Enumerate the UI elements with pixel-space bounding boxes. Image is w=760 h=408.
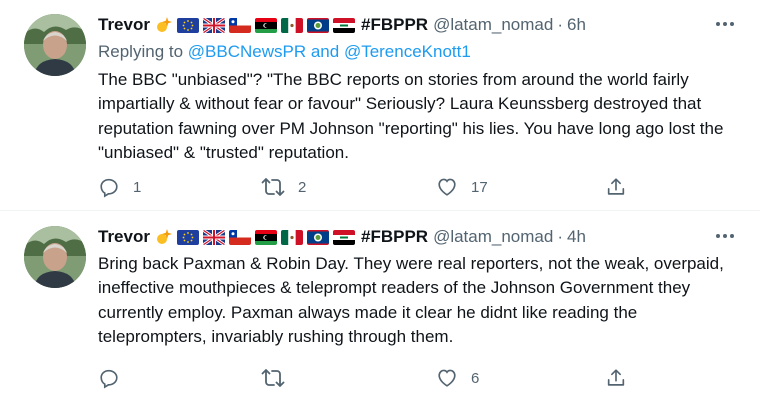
belize-flag [306,17,329,33]
like-icon [436,176,458,198]
sparkle-emoji [155,228,173,246]
uk-flag [202,229,225,245]
tweet-text: Bring back Paxman & Robin Day. They were… [98,254,724,347]
name-hashtag: #FBPPR [360,15,429,34]
iraq-flag [332,229,355,245]
separator-dot: · [557,227,563,246]
reply-count: 1 [133,178,142,196]
iraq-flag [332,17,355,33]
tweet-actions: 6 [98,364,658,392]
reply-icon [98,176,120,198]
retweet-button[interactable] [261,364,298,392]
mexico-flag [280,229,303,245]
timestamp[interactable]: 6h [567,15,586,35]
tweet-text: The BBC "unbiased"? "The BBC reports on … [98,70,724,163]
libya-flag [254,229,277,245]
share-button[interactable] [605,364,627,392]
display-name[interactable]: Trevor [98,15,150,35]
belize-flag [306,229,329,245]
libya-flag [254,17,277,33]
retweet-count: 2 [298,178,307,196]
avatar[interactable] [24,14,86,76]
reply-icon [98,367,120,389]
share-icon [605,176,627,198]
separator-dot: · [557,15,563,34]
eu-flag [176,17,199,33]
replying-to: Replying to @BBCNewsPR and @TerenceKnott… [98,42,736,66]
name-hashtag: #FBPPR [360,227,429,246]
tweet-1[interactable]: Trevor #FBPPR @latam_nomad · 6h Replying… [0,0,760,211]
uk-flag [202,17,225,33]
mention-link[interactable]: @TerenceKnott1 [344,42,471,61]
like-icon [436,367,458,389]
like-count: 17 [471,178,488,196]
user-handle[interactable]: @latam_nomad [433,15,553,35]
retweet-icon [261,367,285,389]
more-icon[interactable] [712,226,738,246]
eu-flag [176,229,199,245]
retweet-icon [261,176,285,198]
avatar[interactable] [24,226,86,288]
tweet-2[interactable]: Trevor #FBPPR @latam_nomad · 4h Bring ba… [0,211,760,408]
reply-button[interactable]: 1 [98,173,141,201]
sparkle-emoji [155,16,173,34]
user-handle[interactable]: @latam_nomad [433,227,553,247]
tweet-actions: 1 2 17 [98,173,658,201]
timestamp[interactable]: 4h [567,227,586,247]
replying-prefix: Replying to [98,42,188,61]
display-name[interactable]: Trevor [98,227,150,247]
like-count: 6 [471,369,480,387]
share-icon [605,367,627,389]
reply-button[interactable] [98,364,133,392]
name-badges [155,16,355,34]
share-button[interactable] [605,173,627,201]
replying-and: and [306,42,344,61]
more-icon[interactable] [712,14,738,34]
mention-link[interactable]: @BBCNewsPR [188,42,306,61]
chile-flag [228,229,251,245]
retweet-button[interactable]: 2 [261,173,306,201]
name-badges [155,228,355,246]
mexico-flag [280,17,303,33]
like-button[interactable]: 17 [436,173,488,201]
chile-flag [228,17,251,33]
like-button[interactable]: 6 [436,364,479,392]
